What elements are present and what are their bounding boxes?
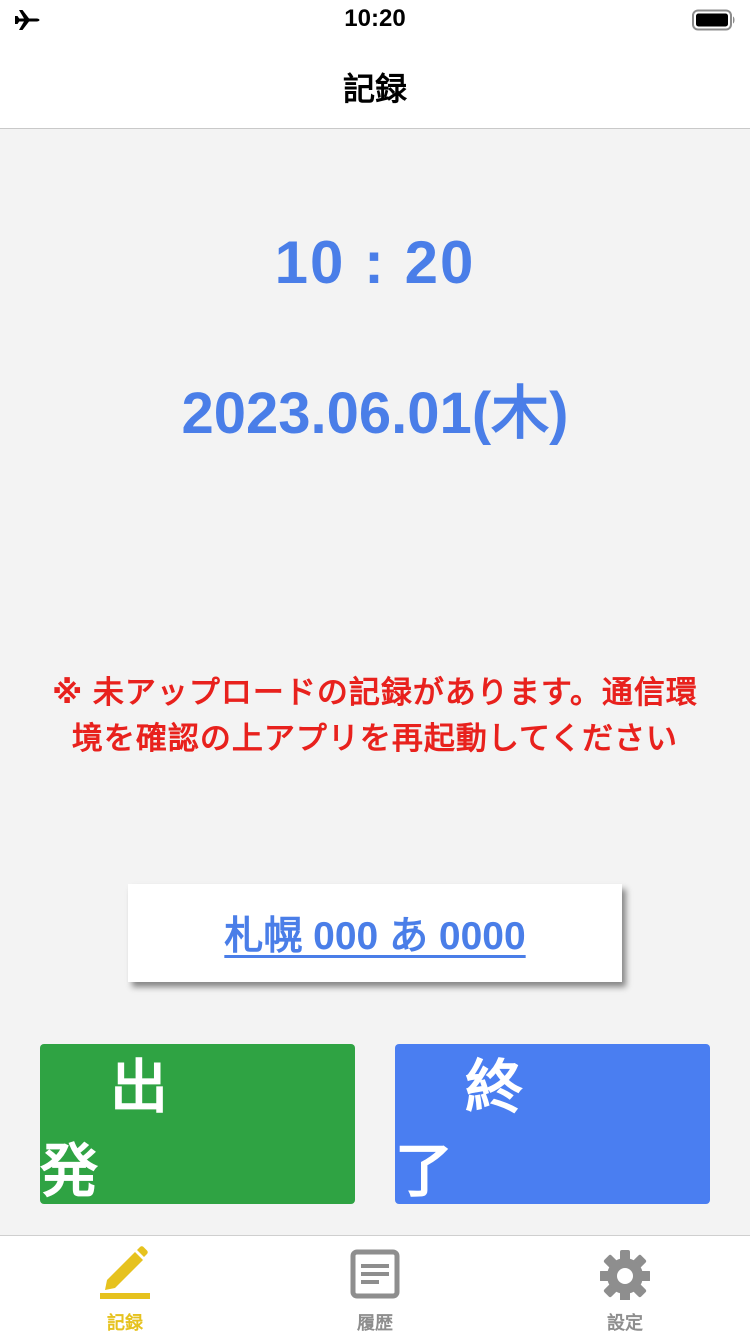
- app-screen: 10:20 記録 10 : 20 2023.06.01(木) ※ 未アップロード…: [0, 0, 750, 1334]
- page-title: 記録: [342, 71, 407, 107]
- finish-button[interactable]: 終了: [395, 1044, 710, 1204]
- tab-history[interactable]: 履歴: [250, 1236, 500, 1334]
- current-time-display: 10 : 20: [274, 229, 476, 296]
- status-bar: 10:20: [0, 0, 750, 40]
- battery-icon: [692, 9, 735, 31]
- tab-record[interactable]: 記録: [0, 1236, 250, 1334]
- depart-button[interactable]: 出発: [40, 1044, 355, 1204]
- tab-settings-label: 設定: [607, 1313, 643, 1333]
- upload-warning-message: ※ 未アップロードの記録があります。通信環境を確認の上アプリを再起動してください: [52, 675, 698, 756]
- gear-icon: [600, 1250, 650, 1300]
- history-icon: [350, 1249, 400, 1299]
- tab-settings[interactable]: 設定: [500, 1236, 750, 1334]
- vehicle-select-button[interactable]: 札幌 000 あ 0000: [128, 884, 622, 982]
- pencil-icon: [100, 1246, 150, 1299]
- tab-history-label: 履歴: [357, 1313, 393, 1333]
- tab-record-label: 記録: [107, 1313, 143, 1333]
- current-date-display: 2023.06.01(木): [181, 381, 569, 446]
- status-time: 10:20: [344, 5, 406, 32]
- nav-bar: 記録: [0, 40, 750, 129]
- vehicle-plate-label[interactable]: 札幌 000 あ 0000: [224, 905, 525, 961]
- tab-bar: 記録 履歴 設定: [0, 1235, 750, 1334]
